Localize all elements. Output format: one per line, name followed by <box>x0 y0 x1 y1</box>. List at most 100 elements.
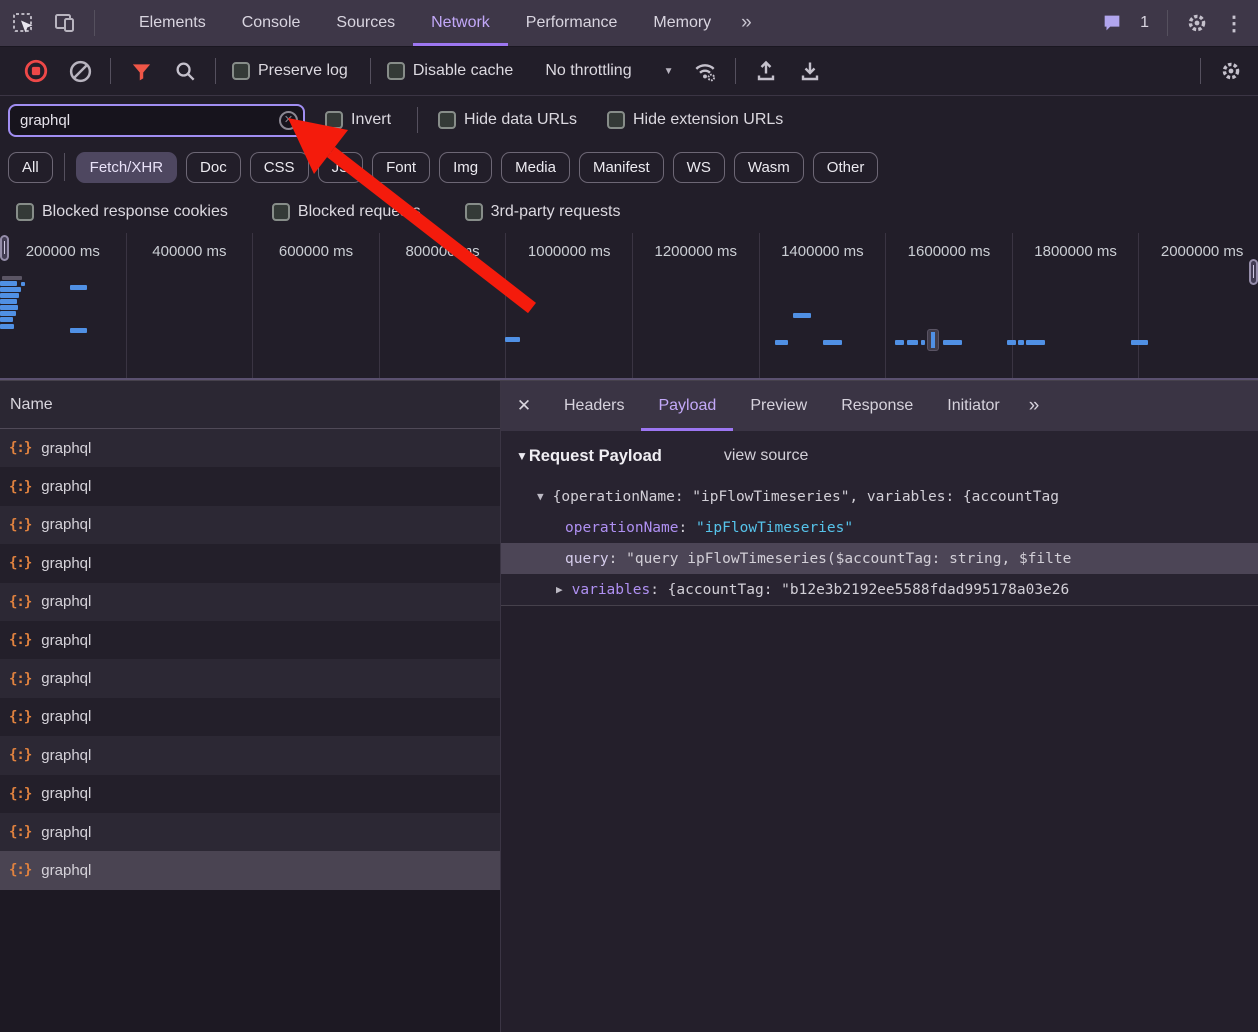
network-main-split: Name {:}graphql{:}graphql{:}graphql{:}gr… <box>0 380 1258 1032</box>
request-row[interactable]: {:}graphql <box>0 813 500 851</box>
chip-fetch-xhr[interactable]: Fetch/XHR <box>76 152 177 183</box>
checkbox <box>438 111 456 129</box>
detail-tab-initiator[interactable]: Initiator <box>930 381 1016 431</box>
tab-elements[interactable]: Elements <box>121 0 224 46</box>
view-source-link[interactable]: view source <box>724 447 808 465</box>
request-row[interactable]: {:} graphql <box>0 621 500 659</box>
detail-tab-preview[interactable]: Preview <box>733 381 824 431</box>
more-detail-tabs-icon[interactable]: » <box>1017 395 1050 417</box>
request-row[interactable]: {:}graphql <box>0 851 500 889</box>
overview-right-handle[interactable] <box>1249 259 1258 285</box>
blocked-requests-checkbox[interactable]: Blocked requests <box>272 203 427 221</box>
issues-count[interactable]: 1 <box>1140 14 1149 32</box>
issues-message-icon[interactable] <box>1097 8 1127 38</box>
search-icon[interactable] <box>168 54 202 88</box>
request-row[interactable]: {:}graphql <box>0 583 500 621</box>
request-row[interactable]: {:}graphql <box>0 429 500 467</box>
detail-tab-headers[interactable]: Headers <box>547 381 641 431</box>
invert-checkbox[interactable]: Invert <box>325 111 397 129</box>
request-row[interactable]: {:}graphql <box>0 467 500 505</box>
throttling-dropdown[interactable]: No throttling ▼ <box>537 62 673 80</box>
request-row[interactable]: {:}graphql <box>0 544 500 582</box>
more-tabs-icon[interactable]: » <box>729 12 762 34</box>
request-name: graphql <box>41 593 91 610</box>
tab-memory[interactable]: Memory <box>635 0 729 46</box>
request-name: graphql <box>41 555 91 572</box>
close-details-icon[interactable]: ✕ <box>501 381 547 431</box>
disable-cache-label: Disable cache <box>413 62 514 80</box>
request-row[interactable]: {:}graphql <box>0 698 500 736</box>
request-row[interactable]: {:}graphql <box>0 775 500 813</box>
request-list: {:}graphql{:}graphql{:}graphql{:}graphql… <box>0 429 500 890</box>
preserve-log-checkbox[interactable]: Preserve log <box>232 62 354 80</box>
throttling-value: No throttling <box>545 62 631 80</box>
waterfall-bar <box>0 324 14 329</box>
chip-ws[interactable]: WS <box>673 152 725 183</box>
request-name: graphql <box>41 632 91 649</box>
request-row[interactable]: {:}graphql <box>0 506 500 544</box>
waterfall-bar <box>2 276 22 280</box>
waterfall-bar <box>1131 340 1148 345</box>
third-party-requests-checkbox[interactable]: 3rd-party requests <box>465 203 627 221</box>
chip-doc[interactable]: Doc <box>186 152 241 183</box>
filter-icon[interactable] <box>124 54 158 88</box>
customize-menu-icon[interactable]: ⋮ <box>1218 11 1258 36</box>
request-row[interactable]: {:}graphql <box>0 659 500 697</box>
waterfall-bar <box>921 340 925 345</box>
request-name: graphql <box>41 670 91 687</box>
waterfall-bar <box>0 281 17 286</box>
checkbox <box>607 111 625 129</box>
third-party-requests-label: 3rd-party requests <box>491 203 621 221</box>
network-overview-timeline[interactable]: 200000 ms400000 ms600000 ms800000 ms1000… <box>0 233 1258 380</box>
chip-media[interactable]: Media <box>501 152 570 183</box>
tab-sources[interactable]: Sources <box>318 0 413 46</box>
network-settings-gear-icon[interactable] <box>1214 54 1248 88</box>
hide-data-urls-checkbox[interactable]: Hide data URLs <box>438 111 583 129</box>
chip-css[interactable]: CSS <box>250 152 309 183</box>
payload-query-row[interactable]: query: "query ipFlowTimeseries($accountT… <box>501 543 1258 574</box>
expand-caret-icon[interactable]: ▼ <box>537 490 544 503</box>
payload-variables-row[interactable]: ▶ variables: {accountTag: "b12e3b2192ee5… <box>501 574 1258 605</box>
export-har-icon[interactable] <box>793 54 827 88</box>
invert-label: Invert <box>351 111 391 129</box>
chip-img[interactable]: Img <box>439 152 492 183</box>
tab-network[interactable]: Network <box>413 0 508 46</box>
chip-wasm[interactable]: Wasm <box>734 152 804 183</box>
hide-data-urls-label: Hide data URLs <box>464 111 577 129</box>
name-column-header[interactable]: Name <box>0 381 500 429</box>
record-network-log-icon[interactable] <box>19 54 53 88</box>
settings-gear-icon[interactable] <box>1182 8 1212 38</box>
detail-tab-response[interactable]: Response <box>824 381 930 431</box>
chip-all[interactable]: All <box>8 152 53 183</box>
blocked-response-cookies-checkbox[interactable]: Blocked response cookies <box>16 203 234 221</box>
checkbox <box>387 62 405 80</box>
waterfall-bar <box>793 313 811 318</box>
overview-left-handle[interactable] <box>0 235 9 261</box>
payload-operation-row[interactable]: operationName: "ipFlowTimeseries" <box>501 512 1258 543</box>
divider <box>110 58 111 84</box>
chip-manifest[interactable]: Manifest <box>579 152 664 183</box>
inspect-element-icon[interactable] <box>8 8 38 38</box>
expand-caret-icon[interactable]: ▶ <box>556 583 563 596</box>
network-conditions-icon[interactable] <box>688 54 722 88</box>
clear-network-log-icon[interactable] <box>63 54 97 88</box>
device-toolbar-icon[interactable] <box>50 8 80 38</box>
chip-font[interactable]: Font <box>372 152 430 183</box>
chip-js[interactable]: JS <box>318 152 364 183</box>
disable-cache-checkbox[interactable]: Disable cache <box>387 62 520 80</box>
import-har-icon[interactable] <box>749 54 783 88</box>
request-row[interactable]: {:}graphql <box>0 736 500 774</box>
collapse-section-icon[interactable]: ▼ <box>516 449 528 463</box>
detail-tab-payload[interactable]: Payload <box>641 381 733 431</box>
waterfall-bar <box>21 282 25 286</box>
waterfall-bar <box>70 285 87 290</box>
filter-input[interactable] <box>8 104 305 137</box>
payload-root-row[interactable]: ▼ {operationName: "ipFlowTimeseries", va… <box>501 481 1258 512</box>
tab-console[interactable]: Console <box>224 0 319 46</box>
chip-other[interactable]: Other <box>813 152 879 183</box>
request-name: graphql <box>41 708 91 725</box>
hide-extension-urls-checkbox[interactable]: Hide extension URLs <box>607 111 789 129</box>
fetch-xhr-icon: {:} <box>9 632 31 648</box>
tab-performance[interactable]: Performance <box>508 0 636 46</box>
clear-filter-icon[interactable]: ✕ <box>279 111 298 130</box>
